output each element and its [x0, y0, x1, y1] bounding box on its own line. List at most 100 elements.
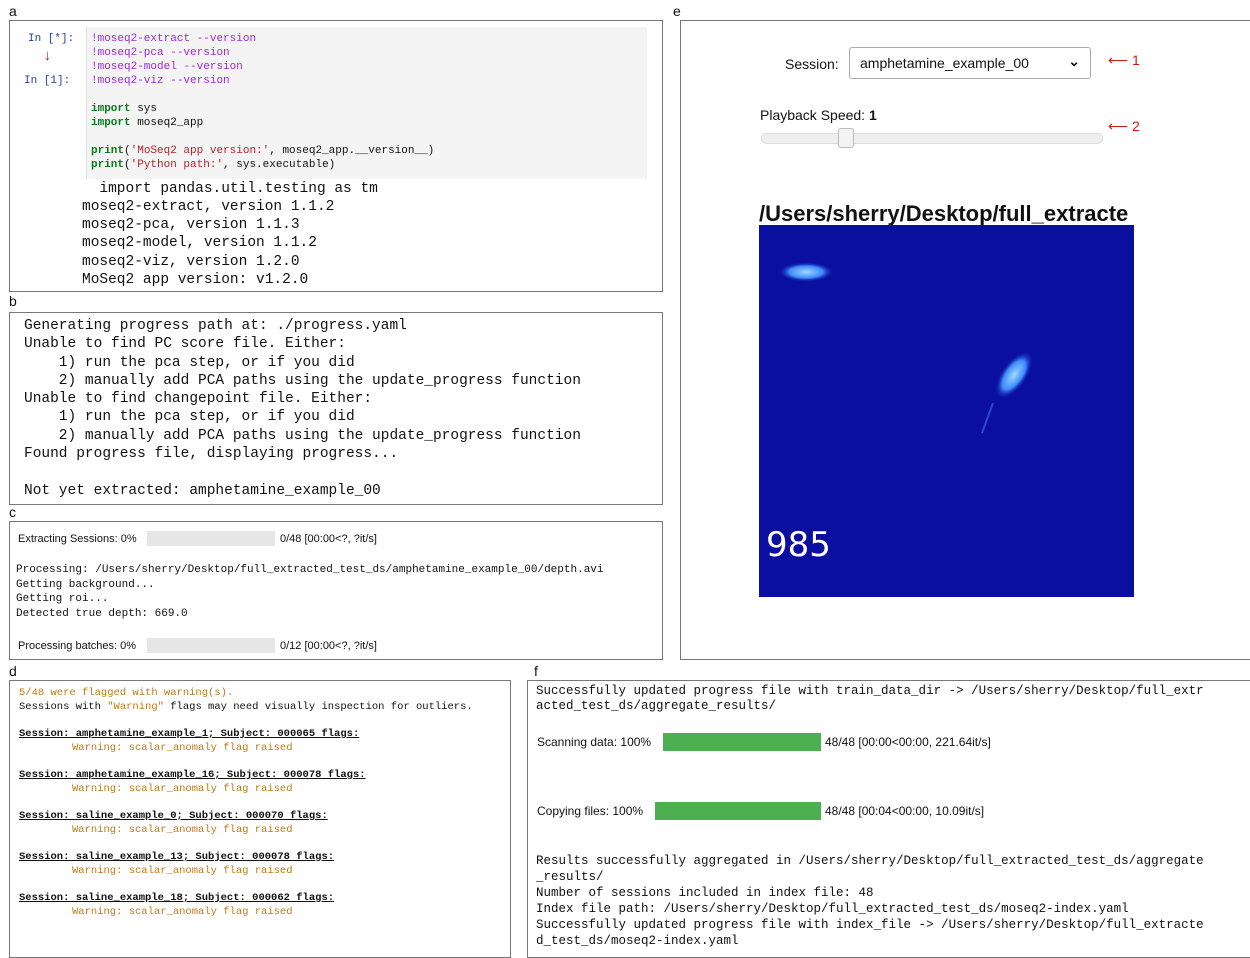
note-text: Sessions with — [19, 701, 108, 713]
note-text: flags may need visually inspection for o… — [163, 701, 473, 713]
scan-progress-bar — [663, 733, 821, 751]
panel-label-e: e — [673, 3, 681, 19]
session-select[interactable]: amphetamine_example_00 ⌄ — [849, 47, 1091, 79]
mouse-blob — [778, 262, 834, 282]
progress-output: Generating progress path at: ./progress.… — [9, 312, 663, 505]
code-token: print — [91, 159, 125, 171]
playback-label-text: Playback Speed: — [760, 107, 866, 123]
annotation-number: 1 — [1131, 52, 1140, 68]
flag-session: Session: saline_example_18; Subject: 000… — [19, 892, 335, 904]
batch-progress-bar — [147, 638, 275, 653]
flag-warning: Warning: scalar_anomaly flag raised — [72, 824, 293, 836]
output-line: Successfully updated progress file with … — [536, 684, 1204, 698]
code-token: , moseq2_app.__version__) — [269, 145, 435, 157]
output-line: _results/ — [536, 870, 604, 884]
panel-label-b: b — [9, 293, 17, 309]
chevron-down-icon: ⌄ — [1068, 53, 1080, 69]
annotation-arrow-1: ⟵ 1 — [1108, 52, 1140, 68]
output-line: d_test_ds/moseq2-index.yaml — [536, 934, 739, 948]
flag-session: Session: amphetamine_example_16; Subject… — [19, 769, 366, 781]
code-token: --version — [183, 61, 243, 73]
code-token: ( — [124, 145, 131, 157]
frame-number: 985 — [766, 525, 831, 565]
notebook-cell-versions: In [*]: ↓ In [1]: !moseq2-extract --vers… — [9, 20, 663, 292]
code-input[interactable]: !moseq2-extract --version !moseq2-pca --… — [86, 27, 647, 179]
code-token: --version — [170, 75, 230, 87]
code-token: !moseq2-pca — [91, 47, 164, 59]
video-title: /Users/sherry/Desktop/full_extracte — [759, 201, 1129, 226]
code-token: !moseq2-extract — [91, 33, 191, 45]
flag-session: Session: saline_example_0; Subject: 0000… — [19, 810, 328, 822]
log-line: Processing: /Users/sherry/Desktop/full_e… — [16, 564, 604, 576]
playback-speed-slider[interactable] — [761, 133, 1103, 144]
copy-progress-bar — [655, 802, 821, 820]
panel-label-d: d — [9, 663, 17, 679]
warnings-output: 5/48 were flagged with warning(s). Sessi… — [9, 680, 511, 958]
batch-progress-label: Processing batches: 0% — [18, 640, 137, 652]
cell-prompt-done: In [1]: — [24, 75, 71, 87]
code-token: 'MoSeq2 app version:' — [130, 145, 270, 157]
warning-note: Sessions with "Warning" flags may need v… — [19, 701, 473, 713]
output-line: Generating progress path at: ./progress.… — [24, 318, 407, 334]
slider-thumb[interactable] — [838, 128, 854, 148]
output-line: Unable to find PC score file. Either: — [24, 336, 346, 352]
video-viewer-widget: Session: amphetamine_example_00 ⌄ ⟵ 1 Pl… — [680, 20, 1250, 660]
output-line: Unable to find changepoint file. Either: — [24, 391, 373, 407]
panel-label-c: c — [9, 504, 16, 520]
annotation-arrow-2: ⟵ 2 — [1108, 118, 1140, 134]
output-line: Found progress file, displaying progress… — [24, 446, 399, 462]
code-token: !moseq2-viz — [91, 75, 164, 87]
playback-speed-label: Playback Speed: 1 — [760, 107, 877, 123]
flag-session: Session: saline_example_13; Subject: 000… — [19, 851, 335, 863]
copy-progress-stats: 48/48 [00:04<00:00, 10.09it/s] — [825, 804, 985, 818]
code-token: !moseq2-model — [91, 61, 177, 73]
extract-progress-label: Extracting Sessions: 0% — [18, 533, 137, 545]
arrow-down-icon: ↓ — [43, 48, 53, 65]
log-line: Detected true depth: 669.0 — [16, 608, 188, 620]
scan-progress-label: Scanning data: 100% — [537, 735, 652, 749]
code-token: 'Python path:' — [130, 159, 224, 171]
code-token: import — [91, 103, 131, 115]
depth-video-frame[interactable]: 985 — [759, 225, 1134, 597]
extract-progress-bar — [147, 531, 275, 546]
output-line: moseq2-extract, version 1.1.2 — [82, 199, 335, 215]
code-token: --version — [170, 47, 230, 59]
code-token: import — [91, 117, 131, 129]
code-token: moseq2_app — [130, 117, 204, 129]
extraction-output: Extracting Sessions: 0% 0/48 [00:00<?, ?… — [9, 521, 663, 660]
output-line: 1) run the pca step, or if you did — [24, 355, 355, 371]
output-line: MoSeq2 app version: v1.2.0 — [82, 272, 309, 288]
output-line: moseq2-model, version 1.1.2 — [82, 235, 317, 251]
code-token: --version — [196, 33, 257, 45]
session-select-value: amphetamine_example_00 — [860, 55, 1029, 71]
cell-prompt-running: In [*]: — [28, 33, 75, 45]
warning-header: 5/48 were flagged with warning(s). — [19, 687, 234, 699]
flag-warning: Warning: scalar_anomaly flag raised — [72, 865, 293, 877]
output-line: Successfully updated progress file with … — [536, 918, 1204, 932]
panel-label-a: a — [9, 3, 17, 19]
log-line: Getting roi... — [16, 593, 109, 605]
panel-label-f: f — [534, 663, 538, 679]
copy-progress-label: Copying files: 100% — [537, 804, 644, 818]
flag-warning: Warning: scalar_anomaly flag raised — [72, 906, 293, 918]
flag-session: Session: amphetamine_example_1; Subject:… — [19, 728, 360, 740]
code-token: , sys.executable) — [223, 159, 336, 171]
output-line: moseq2-viz, version 1.2.0 — [82, 254, 300, 270]
output-line: Results successfully aggregated in /User… — [536, 854, 1204, 868]
flag-warning: Warning: scalar_anomaly flag raised — [72, 783, 293, 795]
output-line: 1) run the pca step, or if you did — [24, 409, 355, 425]
output-line: 2) manually add PCA paths using the upda… — [24, 428, 581, 444]
output-line: moseq2-pca, version 1.1.3 — [82, 217, 300, 233]
output-line: 2) manually add PCA paths using the upda… — [24, 373, 581, 389]
output-line: Not yet extracted: amphetamine_example_0… — [24, 483, 381, 499]
annotation-number: 2 — [1131, 118, 1140, 134]
flag-warning: Warning: scalar_anomaly flag raised — [72, 742, 293, 754]
output-line: Number of sessions included in index fil… — [536, 886, 874, 900]
note-quote: "Warning" — [107, 701, 164, 713]
playback-value: 1 — [868, 107, 877, 123]
output-line: Index file path: /Users/sherry/Desktop/f… — [536, 902, 1129, 916]
output-line: import pandas.util.testing as tm — [82, 181, 378, 197]
session-label: Session: — [785, 56, 839, 72]
scan-progress-stats: 48/48 [00:00<00:00, 221.64it/s] — [825, 735, 991, 749]
aggregate-output: Successfully updated progress file with … — [527, 680, 1250, 958]
